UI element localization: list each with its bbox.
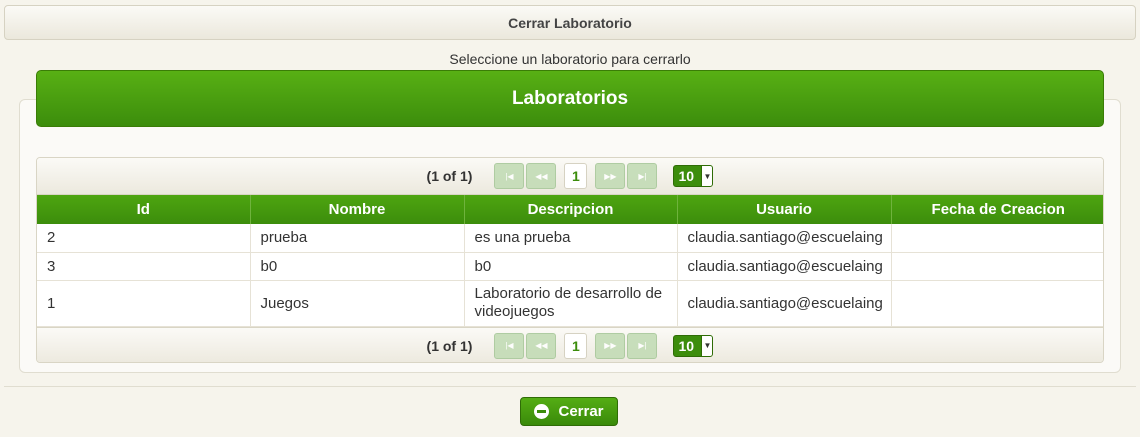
chevron-down-icon: ▼ [701,335,713,356]
first-page-icon[interactable]: |◀ [494,163,525,189]
cell-id: 2 [37,224,251,253]
cell-usuario: claudia.santiago@escuelaing [677,280,892,327]
cell-nombre: Juegos [250,280,465,327]
table-row[interactable]: 3 b0 b0 claudia.santiago@escuelaing [37,252,1103,281]
close-button[interactable]: Cerrar [520,397,618,426]
cell-descripcion: b0 [464,252,678,281]
page-number[interactable]: 1 [564,332,588,359]
datatable: (1 of 1) |◀ ◀◀ 1 ▶▶ ▶| 10 ▼ Id Nombre De… [36,157,1104,363]
cell-usuario: claudia.santiago@escuelaing [677,252,892,281]
cell-fecha [891,280,1103,327]
paginator-top: (1 of 1) |◀ ◀◀ 1 ▶▶ ▶| 10 ▼ [37,158,1103,195]
dialog-title: Cerrar Laboratorio [508,14,632,31]
close-button-label: Cerrar [558,403,604,420]
cell-descripcion: es una prueba [464,224,678,253]
cell-descripcion: Laboratorio de desarrollo de videojuegos [464,280,678,327]
next-page-icon[interactable]: ▶▶ [595,332,626,359]
page-info: (1 of 1) [426,168,473,184]
rows-per-page-value: 10 [678,168,695,184]
paginator-bottom: (1 of 1) |◀ ◀◀ 1 ▶▶ ▶| 10 ▼ [37,326,1103,362]
table-row[interactable]: 2 prueba es una prueba claudia.santiago@… [37,224,1103,253]
page-number[interactable]: 1 [564,163,588,189]
column-header-fecha[interactable]: Fecha de Creacion [891,195,1103,224]
dialog-title-bar: Cerrar Laboratorio [4,5,1136,40]
cell-nombre: b0 [250,252,465,281]
table-row[interactable]: 1 Juegos Laboratorio de desarrollo de vi… [37,280,1103,327]
cell-fecha [891,252,1103,281]
panel-title: Laboratorios [511,87,629,109]
first-page-icon[interactable]: |◀ [494,332,525,359]
cell-id: 1 [37,280,251,327]
last-page-icon[interactable]: ▶| [627,163,658,189]
next-page-icon[interactable]: ▶▶ [595,163,626,189]
page-info: (1 of 1) [426,337,473,354]
prev-page-icon[interactable]: ◀◀ [526,332,557,359]
column-header-id[interactable]: Id [37,195,251,224]
rows-per-page-select[interactable]: 10 ▼ [673,165,714,187]
panel-header: Laboratorios [36,70,1104,127]
cell-nombre: prueba [250,224,465,253]
labs-table: Id Nombre Descripcion Usuario Fecha de C… [37,195,1103,327]
cell-fecha [891,224,1103,253]
chevron-down-icon: ▼ [701,166,713,186]
dialog-subtitle: Seleccione un laboratorio para cerrarlo [449,51,691,67]
prev-page-icon[interactable]: ◀◀ [526,163,557,189]
column-header-descripcion[interactable]: Descripcion [464,195,678,224]
cell-usuario: claudia.santiago@escuelaing [677,224,892,253]
cell-id: 3 [37,252,251,281]
column-header-usuario[interactable]: Usuario [677,195,892,224]
column-header-nombre[interactable]: Nombre [250,195,465,224]
minus-circle-icon [534,404,550,419]
last-page-icon[interactable]: ▶| [627,332,658,359]
table-header-row: Id Nombre Descripcion Usuario Fecha de C… [37,195,1103,224]
rows-per-page-value: 10 [678,337,695,354]
rows-per-page-select[interactable]: 10 ▼ [673,334,714,357]
